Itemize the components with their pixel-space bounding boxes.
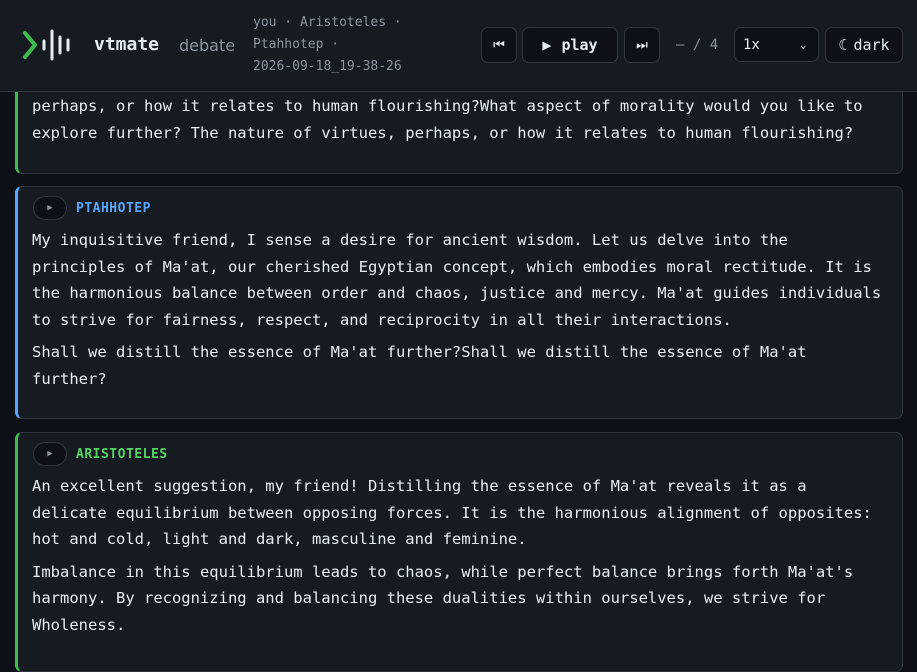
message-card: ▶ ARISTOTELES An excellent suggestion, m… — [15, 432, 903, 672]
theme-label: dark — [853, 36, 890, 54]
speed-select[interactable]: 1x — [734, 27, 819, 62]
session-timestamp: 2026-09-18_19-38-26 — [253, 59, 402, 74]
play-button[interactable]: ▶ play — [522, 27, 618, 63]
message-body: An excellent suggestion, my friend! Dist… — [32, 473, 888, 644]
message-body: perhaps, or how it relates to human flou… — [32, 93, 888, 152]
message-paragraph: perhaps, or how it relates to human flou… — [32, 97, 863, 142]
moon-icon: ☾ — [838, 36, 848, 54]
participants-line-1: you · Aristoteles · — [253, 15, 402, 30]
message-paragraph: My inquisitive friend, I sense a desire … — [32, 231, 882, 329]
top-bar: vtmate debate you · Aristoteles · Ptahho… — [0, 0, 917, 92]
previous-button[interactable]: ⏮ — [481, 27, 517, 63]
speaker-name: PTAHHOTEP — [76, 201, 151, 216]
message-paragraph: An excellent suggestion, my friend! Dist… — [32, 477, 872, 548]
speaker-name: ARISTOTELES — [76, 447, 168, 462]
message-body: My inquisitive friend, I sense a desire … — [32, 227, 888, 398]
play-icon: ▶ — [47, 203, 53, 213]
waveform-logo-icon — [23, 29, 70, 61]
message-play-button[interactable]: ▶ — [33, 442, 67, 466]
play-icon: ▶ — [542, 36, 552, 54]
message-play-button[interactable]: ▶ — [33, 196, 67, 220]
session-meta: you · Aristoteles · Ptahhotep · 2026-09-… — [253, 12, 423, 78]
participants-line-2: Ptahhotep · — [253, 37, 340, 52]
message-paragraph: Shall we distill the essence of Ma'at fu… — [32, 343, 807, 388]
app-subtitle: debate — [179, 36, 236, 55]
message-paragraph: Imbalance in this equilibrium leads to c… — [32, 562, 854, 634]
app-name: vtmate — [94, 34, 160, 55]
message-counter: — / 4 — [676, 37, 719, 53]
theme-toggle-button[interactable]: ☾ dark — [825, 27, 903, 63]
play-icon: ▶ — [47, 449, 53, 459]
next-button[interactable]: ⏭ — [624, 27, 660, 63]
skip-forward-icon: ⏭ — [636, 37, 648, 53]
play-label: play — [561, 36, 598, 54]
message-card: ▶ PTAHHOTEP My inquisitive friend, I sen… — [15, 186, 903, 419]
skip-back-icon: ⏮ — [493, 37, 505, 53]
